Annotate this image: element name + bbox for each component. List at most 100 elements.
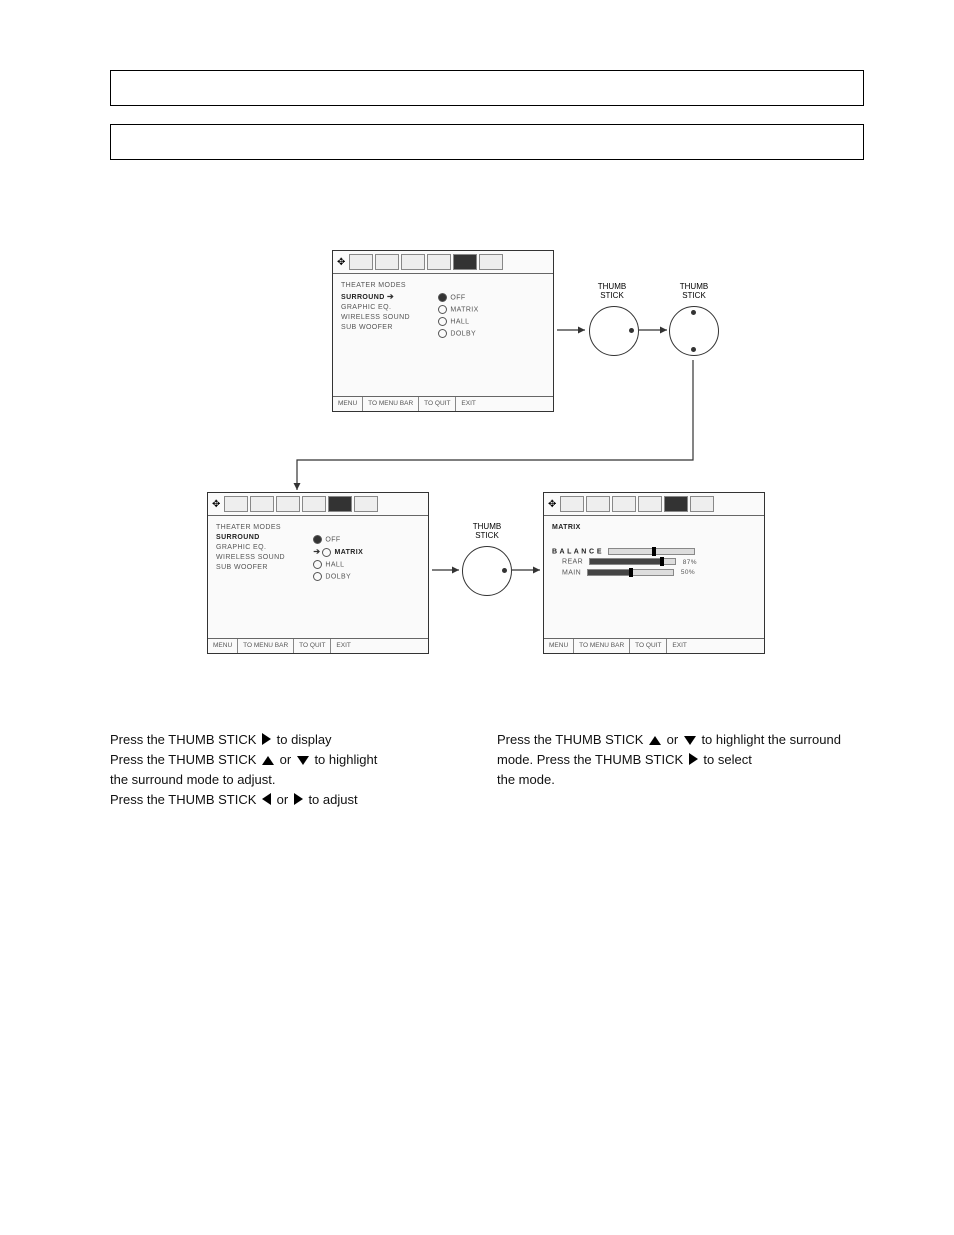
audio-icon: [638, 496, 662, 512]
instr-fragment: to display: [277, 732, 332, 747]
menu-bar-3: ✥: [544, 493, 764, 516]
triangle-left-icon: [262, 793, 271, 805]
osd-screen-2: ✥ THEATER MODES SURROUND GRAPHIC EQ. WIR…: [207, 492, 429, 654]
page: ✥ THEATER MODES SURROUND ➔ GRAPHIC EQ. W…: [0, 0, 954, 1235]
osd-footer: MENU TO MENU BAR TO QUIT EXIT: [544, 638, 764, 653]
footer-exit: EXIT: [456, 397, 480, 411]
video-icon: [612, 496, 636, 512]
option: HALL: [313, 560, 383, 569]
thumbstick-label: THUMB STICK: [462, 522, 512, 540]
footer-exit: EXIT: [667, 639, 691, 653]
menu-item: SURROUND ➔: [341, 292, 436, 301]
theater-icon: [328, 496, 352, 512]
radio-off-icon: [322, 548, 331, 557]
balance-master-bar: [608, 548, 695, 555]
radio-off-icon: [313, 572, 322, 581]
instr-fragment: Press the THUMB STICK: [497, 732, 647, 747]
instr-fragment: Press the THUMB STICK: [110, 752, 260, 767]
instr-fragment: or: [280, 752, 295, 767]
footer-menubar: TO MENU BAR: [238, 639, 294, 653]
setup-icon: [560, 496, 584, 512]
option: OFF: [313, 535, 383, 544]
dot-right-icon: [629, 328, 634, 333]
rear-bar: [589, 558, 676, 565]
osd-body-2: THEATER MODES SURROUND GRAPHIC EQ. WIREL…: [208, 516, 428, 592]
balance-label: B A L A N C E: [552, 548, 756, 555]
main-bar: [587, 569, 674, 576]
footer-menubar: TO MENU BAR: [363, 397, 419, 411]
osd-body-1: THEATER MODES SURROUND ➔ GRAPHIC EQ. WIR…: [333, 274, 553, 349]
footer-exit: EXIT: [331, 639, 355, 653]
video-icon: [276, 496, 300, 512]
instr-fragment: the mode.: [497, 772, 555, 787]
custom-icon: [586, 496, 610, 512]
instr-fragment: the surround mode to adjust.: [110, 772, 276, 787]
audio-icon: [427, 254, 451, 270]
subtitle-outline-box: [110, 124, 864, 160]
flow-diagram: ✥ THEATER MODES SURROUND ➔ GRAPHIC EQ. W…: [207, 260, 767, 690]
radio-off-icon: [438, 305, 447, 314]
thumbstick-right: [589, 306, 639, 356]
dot-up-icon: [691, 310, 696, 315]
title-outline-box: [110, 70, 864, 106]
audio-icon: [302, 496, 326, 512]
rear-pct: 87%: [683, 559, 697, 566]
setup-icon: [349, 254, 373, 270]
balance-main: MAIN 50%: [552, 569, 756, 576]
footer-menu: MENU: [544, 639, 574, 653]
triangle-up-icon: [649, 736, 661, 745]
video-icon: [401, 254, 425, 270]
option: DOLBY: [313, 572, 383, 581]
menu-item: WIRELESS SOUND: [341, 314, 436, 321]
instr-fragment: Press the THUMB STICK: [110, 732, 260, 747]
instruction-text: Press the THUMB STICK to display Press t…: [110, 730, 864, 811]
instr-fragment: or: [667, 732, 682, 747]
arrow-right-icon: ➔: [313, 547, 320, 556]
osd-screen-3: ✥ MATRIX B A L A N C E REAR 87%: [543, 492, 765, 654]
thumbstick-updown: [669, 306, 719, 356]
balance-rear: REAR 87%: [552, 558, 756, 565]
theater-icon: [453, 254, 477, 270]
option: ➔MATRIX: [313, 547, 383, 557]
setup-icon: [224, 496, 248, 512]
footer-menu: MENU: [208, 639, 238, 653]
menu-item: WIRELESS SOUND: [216, 554, 311, 561]
osd-screen-1: ✥ THEATER MODES SURROUND ➔ GRAPHIC EQ. W…: [332, 250, 554, 412]
triangle-up-icon: [262, 756, 274, 765]
instr-fragment: to highlight the surround: [701, 732, 840, 747]
custom-icon: [375, 254, 399, 270]
info-icon: [479, 254, 503, 270]
radio-off-icon: [438, 329, 447, 338]
triangle-down-icon: [297, 756, 309, 765]
instr-fragment: or: [277, 792, 292, 807]
arrow-right-icon: ➔: [387, 292, 394, 301]
mode-title: MATRIX: [552, 524, 756, 531]
thumbstick-label: THUMB STICK: [669, 282, 719, 300]
footer-quit: TO QUIT: [419, 397, 456, 411]
option: HALL: [438, 317, 508, 326]
radio-off-icon: [313, 560, 322, 569]
menu-item: GRAPHIC EQ.: [216, 544, 311, 551]
triangle-right-icon: [294, 793, 303, 805]
footer-menu: MENU: [333, 397, 363, 411]
thumbstick-right-2: [462, 546, 512, 596]
menu-item: GRAPHIC EQ.: [341, 304, 436, 311]
menu-bar-2: ✥: [208, 493, 428, 516]
main-pct: 50%: [681, 569, 695, 576]
osd-footer: MENU TO MENU BAR TO QUIT EXIT: [208, 638, 428, 653]
instr-fragment: mode. Press the THUMB STICK: [497, 752, 687, 767]
theater-icon: [664, 496, 688, 512]
instr-fragment: to adjust: [308, 792, 357, 807]
dot-right-icon: [502, 568, 507, 573]
move-icon: ✥: [337, 257, 345, 268]
menu-bar-1: ✥: [333, 251, 553, 274]
menu-item: SUB WOOFER: [341, 324, 436, 331]
instr-fragment: to select: [703, 752, 751, 767]
move-icon: ✥: [548, 499, 556, 510]
option: MATRIX: [438, 305, 508, 314]
menu-heading: THEATER MODES: [216, 524, 311, 531]
radio-off-icon: [438, 317, 447, 326]
custom-icon: [250, 496, 274, 512]
info-icon: [354, 496, 378, 512]
radio-on-icon: [438, 293, 447, 302]
